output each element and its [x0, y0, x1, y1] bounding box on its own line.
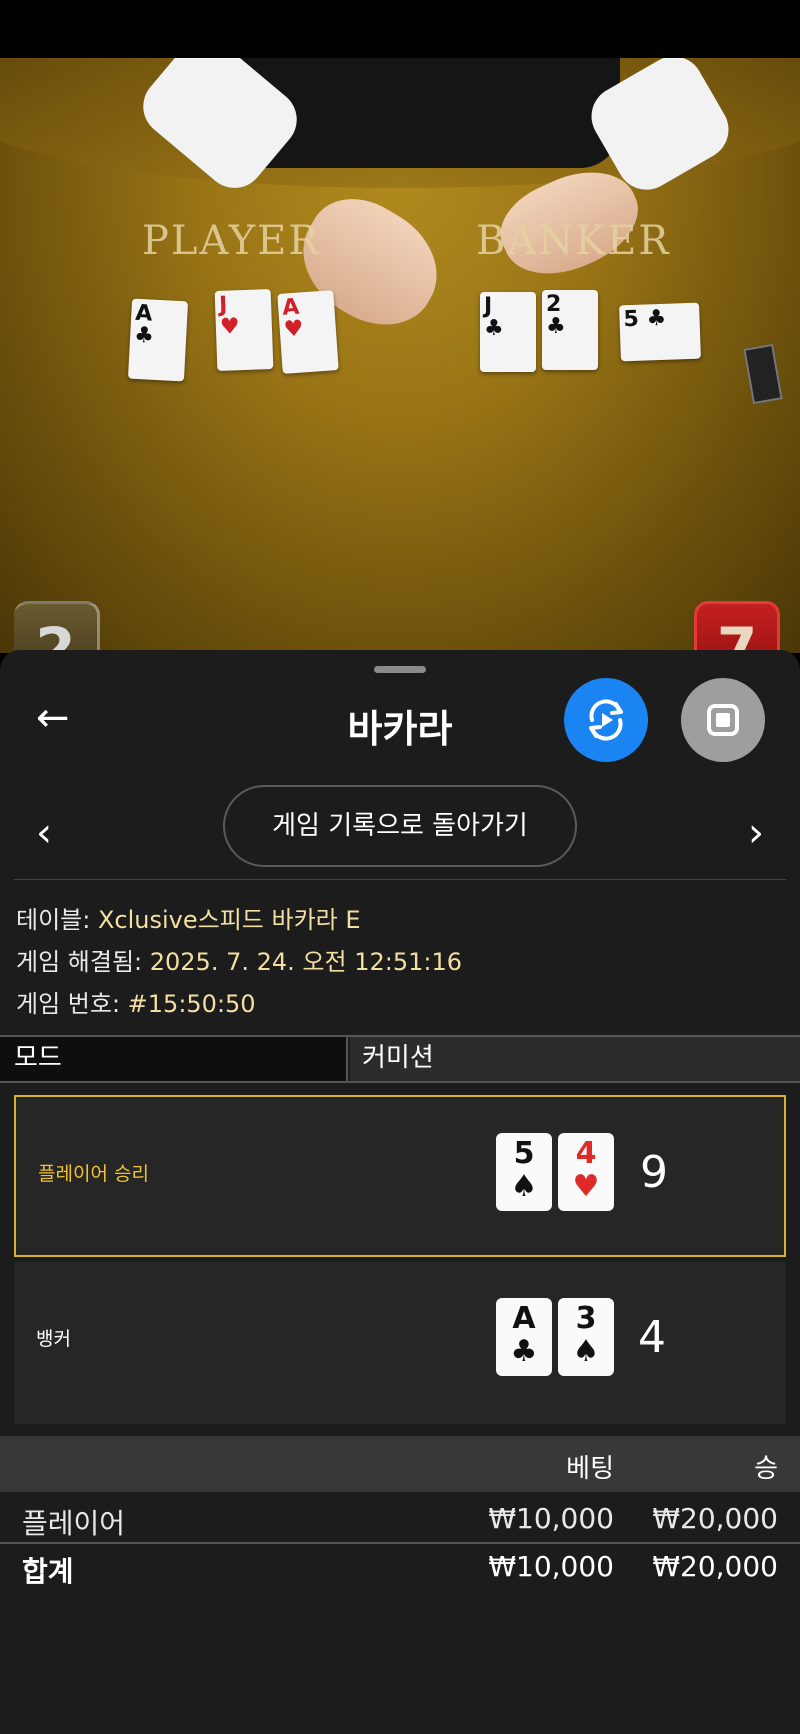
card-rank: A	[512, 1301, 536, 1336]
result-card: 5 ♠	[496, 1133, 552, 1211]
club-icon: ♣	[510, 1334, 538, 1369]
table-row: 플레이어 ₩10,000 ₩20,000	[0, 1496, 800, 1544]
back-to-history-button[interactable]: 게임 기록으로 돌아가기	[223, 785, 577, 867]
player-score-badge: 2	[14, 601, 100, 653]
chevron-right-icon: ›	[748, 810, 764, 856]
spade-icon: ♠	[572, 1334, 600, 1369]
card-suit: ♥	[219, 314, 241, 340]
total-label: 합계	[22, 1555, 74, 1588]
heart-icon: ♥	[572, 1169, 600, 1204]
stop-button[interactable]	[681, 678, 765, 762]
result-score-banker: 4	[638, 1312, 666, 1363]
table-card-player-2: J ♥	[214, 289, 274, 371]
banker-score-badge: 7	[694, 601, 780, 653]
info-table: 테이블: Xclusive스피드 바카라 E	[16, 900, 361, 935]
card-rank: 3	[575, 1301, 597, 1336]
card-rank: 4	[575, 1136, 597, 1171]
info-resolved-label: 게임 해결됨:	[16, 948, 150, 976]
result-card: 3 ♠	[558, 1298, 614, 1376]
result-score-player: 9	[640, 1147, 668, 1198]
chevron-left-icon: ‹	[36, 810, 52, 856]
mode-label: 모드	[0, 1037, 348, 1081]
live-video-feed: PLAYER BANKER A ♣ J ♥ A ♥ J ♣ 2 ♣ 5 ♣ 2 …	[0, 58, 800, 653]
info-table-value: Xclusive스피드 바카라 E	[97, 906, 361, 934]
table-card-player-3: A ♥	[277, 290, 339, 374]
card-rank: 5	[623, 306, 640, 333]
card-suit: ♣	[133, 322, 155, 349]
bet-name: 플레이어	[22, 1507, 126, 1540]
result-row-player: 플레이어 승리 5 ♠ 4 ♥ 9	[14, 1095, 786, 1257]
card-shoe	[743, 343, 783, 405]
bets-table-header: 베팅 승	[0, 1436, 800, 1492]
info-table-label: 테이블:	[16, 906, 98, 934]
spade-icon: ♠	[510, 1169, 538, 1204]
stop-icon	[707, 704, 739, 736]
mode-row: 모드 커미션	[0, 1035, 800, 1083]
result-label-player: 플레이어 승리	[38, 1163, 149, 1185]
card-suit: ♣	[546, 314, 566, 339]
game-detail-sheet: ← 바카라 ‹ 게임 기록으로 돌아가기 › 테이블: Xclusive스피드 …	[0, 650, 800, 1734]
total-row: 합계 ₩10,000 ₩20,000	[0, 1544, 800, 1592]
card-suit: ♥	[282, 316, 305, 343]
win-column-header: 승	[754, 1454, 778, 1484]
total-bet-amount: ₩10,000	[488, 1550, 614, 1583]
info-game-number: 게임 번호: #15:50:50	[16, 984, 256, 1019]
bet-amount: ₩10,000	[488, 1502, 614, 1535]
bet-column-header: 베팅	[566, 1454, 614, 1484]
replay-button[interactable]	[564, 678, 648, 762]
commission-label: 커미션	[350, 1037, 800, 1081]
info-game-number-label: 게임 번호:	[16, 990, 128, 1018]
card-rank: 5	[513, 1136, 535, 1171]
table-card-banker-1: J ♣	[480, 292, 536, 372]
table-card-banker-3: 5 ♣	[619, 302, 701, 362]
table-card-player-1: A ♣	[127, 298, 189, 382]
result-card: 4 ♥	[558, 1133, 614, 1211]
info-resolved-value: 2025. 7. 24. 오전 12:51:16	[149, 948, 462, 976]
result-label-banker: 뱅커	[36, 1328, 71, 1350]
info-resolved: 게임 해결됨: 2025. 7. 24. 오전 12:51:16	[16, 942, 462, 977]
table-card-banker-2: 2 ♣	[542, 290, 598, 370]
table-label-banker: BANKER	[476, 218, 671, 264]
card-suit: ♣	[484, 316, 504, 341]
card-suit: ♣	[646, 305, 667, 332]
total-win-amount: ₩20,000	[652, 1550, 778, 1583]
result-card: A ♣	[496, 1298, 552, 1376]
divider	[14, 879, 786, 880]
drag-handle[interactable]	[374, 666, 426, 673]
info-game-number-value: #15:50:50	[127, 990, 256, 1018]
prev-game-button[interactable]: ‹	[24, 810, 64, 860]
win-amount: ₩20,000	[652, 1502, 778, 1535]
result-row-banker: 뱅커 A ♣ 3 ♠ 4	[14, 1262, 786, 1424]
table-label-player: PLAYER	[142, 218, 321, 264]
page-title: 바카라	[347, 707, 453, 751]
next-game-button[interactable]: ›	[736, 810, 776, 860]
replay-icon	[589, 699, 623, 741]
